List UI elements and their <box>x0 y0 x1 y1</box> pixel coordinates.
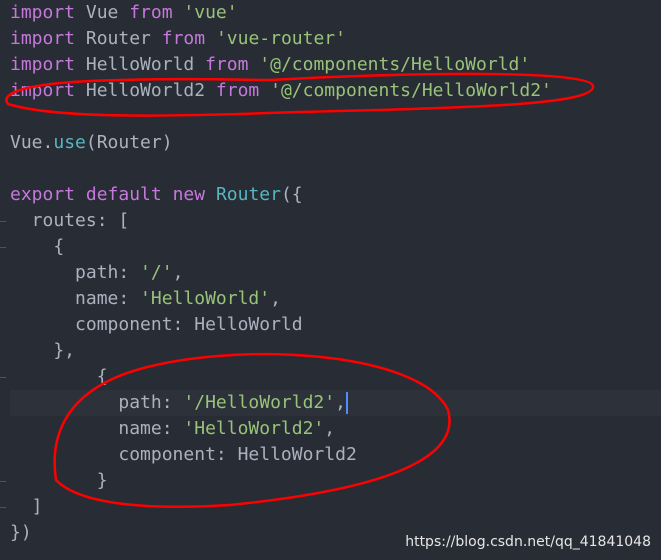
code-token-fn: Router <box>215 184 281 205</box>
code-line[interactable]: import Router from 'vue-router' <box>10 26 552 52</box>
code-line[interactable] <box>10 104 552 130</box>
code-token-plain: HelloWorld <box>75 54 206 75</box>
code-token-kw: import <box>10 28 76 49</box>
code-token-plain: path: <box>10 392 184 413</box>
code-line[interactable]: component: HelloWorld2 <box>10 442 552 468</box>
code-token-kw: export <box>10 184 76 205</box>
code-line[interactable]: }, <box>10 338 552 364</box>
code-token-str: 'vue' <box>183 2 238 23</box>
code-token-plain: name: <box>10 418 184 439</box>
code-line[interactable]: component: HelloWorld <box>10 312 552 338</box>
code-token-plain: Vue <box>75 2 130 23</box>
code-token-kw: from <box>161 28 206 49</box>
watermark: https://blog.csdn.net/qq_41841048 <box>405 534 651 550</box>
code-token-plain: component: HelloWorld2 <box>10 444 357 465</box>
code-token-str: '/HelloWorld2' <box>183 392 336 413</box>
code-token-plain: { <box>10 236 65 257</box>
code-token-plain: , <box>335 392 346 413</box>
code-token-plain: , <box>324 418 336 439</box>
code-token-plain: component: HelloWorld <box>10 314 303 335</box>
code-line[interactable]: path: '/', <box>10 260 552 286</box>
code-token-str: '@/components/HelloWorld2' <box>270 80 552 101</box>
code-token-str: '@/components/HelloWorld' <box>259 54 531 75</box>
code-line[interactable]: import HelloWorld2 from '@/components/He… <box>10 78 552 104</box>
code-token-str: 'vue-router' <box>215 28 346 49</box>
code-token-kw: new <box>172 184 206 205</box>
code-line[interactable]: { <box>10 234 552 260</box>
code-token-plain: }) <box>10 522 32 543</box>
code-line[interactable]: path: '/HelloWorld2', <box>10 390 552 416</box>
code-token-plain: { <box>10 366 108 387</box>
code-line[interactable]: ] <box>10 494 552 520</box>
code-token-plain: Vue. <box>10 132 54 153</box>
code-token-kw: from <box>129 2 173 23</box>
code-token-plain: routes: [ <box>10 210 130 231</box>
code-line[interactable]: export default new Router({ <box>10 182 552 208</box>
code-token-kw: import <box>10 54 76 75</box>
code-token-kw: import <box>10 80 76 101</box>
code-token-kw: default <box>85 184 162 205</box>
code-token-kw: import <box>10 2 76 23</box>
code-token-plain: , <box>172 262 184 283</box>
code-line[interactable]: Vue.use(Router) <box>10 130 552 156</box>
code-token-plain: ({ <box>280 184 303 205</box>
code-token-plain: }, <box>10 340 76 361</box>
code-token-plain: ] <box>10 496 43 517</box>
code-token-str: '/' <box>140 262 173 283</box>
code-token-plain: Router <box>75 28 162 49</box>
text-cursor <box>345 392 348 414</box>
code-token-fn: use <box>53 132 86 153</box>
code-token-plain: (Router) <box>85 132 173 153</box>
code-token-kw: from <box>215 80 260 101</box>
code-line[interactable]: { <box>10 364 552 390</box>
code-line[interactable]: import Vue from 'vue' <box>10 0 552 26</box>
code-token-plain: name: <box>10 288 141 309</box>
code-token-kw: from <box>205 54 249 75</box>
code-line[interactable] <box>10 156 552 182</box>
code-token-plain: HelloWorld2 <box>75 80 216 101</box>
code-token-str: 'HelloWorld2' <box>183 418 325 439</box>
code-line[interactable]: import HelloWorld from '@/components/Hel… <box>10 52 552 78</box>
code-token-plain: path: <box>10 262 141 283</box>
code-token-plain: } <box>10 470 108 491</box>
code-token-plain: , <box>270 288 281 309</box>
code-line[interactable]: } <box>10 468 552 494</box>
code-token-str: 'HelloWorld' <box>140 288 271 309</box>
code-line[interactable]: routes: [ <box>10 208 552 234</box>
code-editor[interactable]: import Vue from 'vue' import Router from … <box>10 0 552 546</box>
code-line[interactable]: name: 'HelloWorld', <box>10 286 552 312</box>
code-line[interactable]: name: 'HelloWorld2', <box>10 416 552 442</box>
